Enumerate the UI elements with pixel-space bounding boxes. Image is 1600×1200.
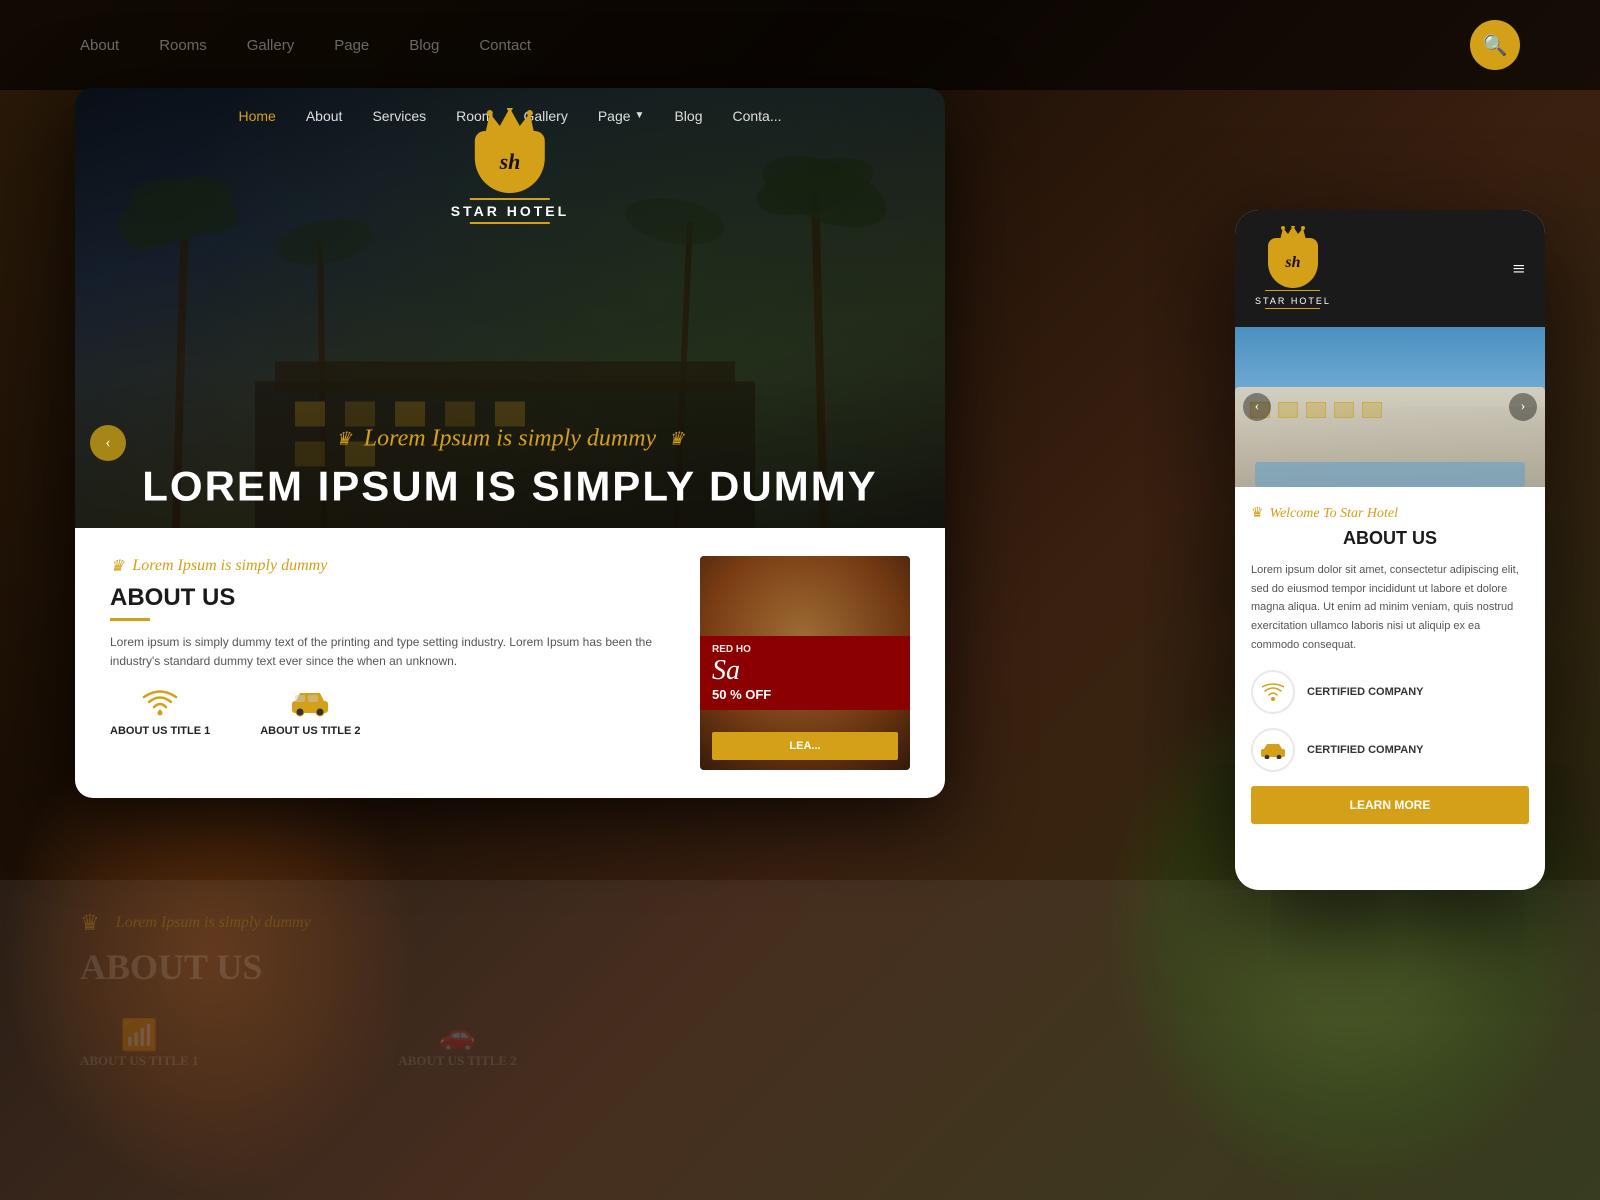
logo-text: STAR HOTEL bbox=[451, 195, 569, 227]
mobile-hero-image: ‹ › bbox=[1235, 327, 1545, 487]
nav-page[interactable]: Page ▼ bbox=[598, 108, 645, 124]
mobile-wifi-icon bbox=[1262, 683, 1284, 701]
bg-icon2-label: ABOUT US TITLE 2 bbox=[398, 1053, 516, 1069]
logo-initials: sh bbox=[500, 149, 521, 175]
hamburger-menu[interactable]: ≡ bbox=[1513, 256, 1525, 282]
bg-search-button[interactable]: 🔍 bbox=[1470, 20, 1520, 70]
mobile-carousel-prev[interactable]: ‹ bbox=[1243, 393, 1271, 421]
wifi-icon bbox=[142, 687, 178, 717]
desktop-logo: sh STAR HOTEL bbox=[451, 108, 569, 227]
mobile-cert-wifi-icon bbox=[1251, 670, 1295, 714]
bg-nav-contact: Contact bbox=[479, 37, 531, 54]
bg-nav-gallery: Gallery bbox=[247, 37, 295, 54]
red-banner: RED HO Sa 50 % OFF bbox=[700, 636, 910, 710]
nav-about[interactable]: About bbox=[306, 108, 343, 124]
learn-more-button[interactable]: LEA... bbox=[712, 732, 898, 760]
about-icon-wifi: ABOUT US TITLE 1 bbox=[110, 687, 210, 737]
mobile-initials: sh bbox=[1285, 254, 1300, 272]
desktop-mockup: sh STAR HOTEL Home About Services Room G… bbox=[75, 88, 945, 798]
sale-script: Sa bbox=[712, 655, 898, 687]
mobile-about-section: ♛ Welcome To Star Hotel ABOUT US Lorem i… bbox=[1235, 487, 1545, 842]
mobile-carousel-next[interactable]: › bbox=[1509, 393, 1537, 421]
about-crown-icon: ♛ bbox=[110, 556, 124, 576]
mobile-cert-item-1: CERTIFIED COMPANY bbox=[1251, 670, 1529, 714]
sale-store: RED HO bbox=[712, 644, 898, 655]
bg-about-icons: 📶 ABOUT US TITLE 1 🚗 ABOUT US TITLE 2 bbox=[80, 1018, 1520, 1069]
mobile-welcome-line: ♛ Welcome To Star Hotel bbox=[1251, 505, 1529, 522]
about-script-line: ♛ Lorem Ipsum is simply dummy bbox=[110, 556, 680, 576]
bg-icon1-label: ABOUT US TITLE 1 bbox=[80, 1053, 198, 1069]
about-img-bg: RED HO Sa 50 % OFF LEA... bbox=[700, 556, 910, 770]
hero-subtitle: ♛ Lorem Ipsum is simply dummy ♛ bbox=[115, 425, 905, 452]
about-icons-row: ABOUT US TITLE 1 ABOUT US TITLE 2 bbox=[110, 687, 680, 737]
dropdown-arrow: ▼ bbox=[635, 110, 645, 121]
mobile-header: sh STAR HOTEL ≡ bbox=[1235, 210, 1545, 327]
desktop-about: ♛ Lorem Ipsum is simply dummy ABOUT US L… bbox=[75, 528, 945, 798]
nav-services[interactable]: Services bbox=[372, 108, 426, 124]
carousel-prev[interactable]: ‹ bbox=[90, 425, 126, 461]
bg-bottom-section: ♛ Lorem Ipsum is simply dummy ABOUT US 📶… bbox=[0, 880, 1600, 1200]
about-icon-car: ABOUT US TITLE 2 bbox=[260, 687, 360, 737]
nav-contact[interactable]: Conta... bbox=[732, 108, 781, 124]
bg-nav: About Rooms Gallery Page Blog Contact bbox=[80, 37, 531, 54]
about-icon1-label: ABOUT US TITLE 1 bbox=[110, 725, 210, 737]
nav-home[interactable]: Home bbox=[238, 108, 275, 124]
about-text-column: ♛ Lorem Ipsum is simply dummy ABOUT US L… bbox=[110, 556, 680, 770]
hero-title: LOREM IPSUM IS SIMPLY DUMMY bbox=[115, 462, 905, 510]
mobile-pool bbox=[1255, 462, 1525, 487]
bg-topbar: About Rooms Gallery Page Blog Contact 🔍 bbox=[0, 0, 1600, 90]
about-icon2-label: ABOUT US TITLE 2 bbox=[260, 725, 360, 737]
mobile-about-heading: ABOUT US bbox=[1251, 528, 1529, 549]
bg-about-title: ABOUT US bbox=[80, 946, 1520, 988]
crown-icon bbox=[480, 108, 540, 136]
mobile-cert1-label: CERTIFIED COMPANY bbox=[1307, 686, 1424, 698]
mobile-welcome-text: Welcome To Star Hotel bbox=[1270, 506, 1398, 522]
hero-content: ♛ Lorem Ipsum is simply dummy ♛ LOREM IP… bbox=[75, 425, 945, 510]
crown-right: ♛ bbox=[668, 428, 684, 449]
about-body: Lorem ipsum is simply dummy text of the … bbox=[110, 633, 680, 671]
mobile-learn-btn[interactable]: LEARN MORE bbox=[1251, 786, 1529, 824]
bg-nav-about: About bbox=[80, 37, 119, 54]
mobile-hotel-name: STAR HOTEL bbox=[1255, 296, 1331, 306]
mobile-mockup: sh STAR HOTEL ≡ ‹ › ♛ Welcome To bbox=[1235, 210, 1545, 890]
mobile-logo: sh STAR HOTEL bbox=[1255, 226, 1331, 311]
about-image: RED HO Sa 50 % OFF LEA... bbox=[700, 556, 910, 770]
crown-left: ♛ bbox=[336, 428, 352, 449]
bg-nav-blog: Blog bbox=[409, 37, 439, 54]
mobile-cert-item-2: CERTIFIED COMPANY bbox=[1251, 728, 1529, 772]
mobile-cert2-label: CERTIFIED COMPANY bbox=[1307, 744, 1424, 756]
mobile-cert-car-icon bbox=[1251, 728, 1295, 772]
mobile-car-icon bbox=[1260, 741, 1286, 759]
mobile-divider bbox=[1265, 290, 1320, 291]
logo-hotel-name: STAR HOTEL bbox=[451, 203, 569, 219]
car-icon bbox=[290, 687, 330, 717]
about-heading: ABOUT US bbox=[110, 584, 680, 612]
about-underline bbox=[110, 618, 150, 621]
mobile-crown-icon: ♛ bbox=[1251, 505, 1264, 522]
mobile-badge: sh bbox=[1268, 238, 1318, 288]
bg-script-label: Lorem Ipsum is simply dummy bbox=[116, 914, 311, 932]
bg-nav-rooms: Rooms bbox=[159, 37, 207, 54]
mobile-divider2 bbox=[1265, 308, 1320, 309]
sale-off: 50 % OFF bbox=[712, 687, 898, 702]
mobile-about-body: Lorem ipsum dolor sit amet, consectetur … bbox=[1251, 561, 1529, 654]
bg-nav-page: Page bbox=[334, 37, 369, 54]
bg-crown-icon: ♛ bbox=[80, 910, 100, 936]
nav-blog[interactable]: Blog bbox=[674, 108, 702, 124]
